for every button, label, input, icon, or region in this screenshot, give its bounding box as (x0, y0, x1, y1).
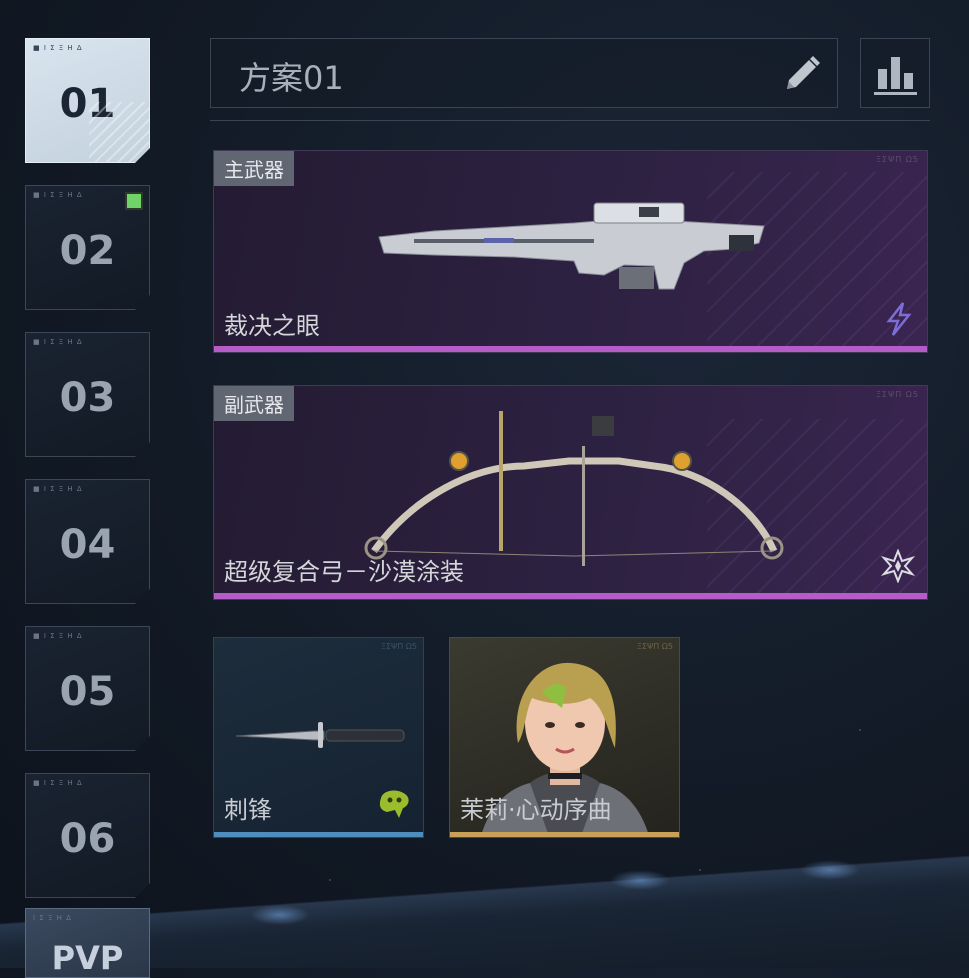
weapon-category-label: 主武器 (214, 151, 294, 186)
slot-tag: ■ I Σ Ξ H Δ (33, 632, 83, 640)
weapon-category-label: 副武器 (214, 386, 294, 421)
weapon-name: 超级复合弓－沙漠涂装 (224, 558, 464, 586)
slot-tag: ■ I Σ Ξ H Δ (33, 779, 83, 787)
slot-number: 05 (59, 669, 116, 715)
slot-tag: ■ I Σ Ξ H Δ (33, 191, 83, 199)
floor-light (250, 905, 310, 925)
secondary-weapon-card[interactable]: ΞΣΨΠ Ω5 副武器 超级复合弓－沙漠涂装 (213, 385, 928, 600)
new-indicator-icon (125, 192, 143, 210)
floor-light (800, 860, 860, 880)
card-code-decoration: ΞΣΨΠ Ω5 (875, 390, 919, 399)
loadout-slot-02[interactable]: ■ I Σ Ξ H Δ 02 (25, 185, 150, 310)
slot-hatch-decoration (89, 102, 149, 162)
star-burst-icon (881, 549, 915, 583)
card-code-decoration: ΞΣΨΠ Ω5 (380, 642, 417, 651)
slot-number: PVP (51, 939, 124, 977)
slot-number: 06 (59, 816, 116, 862)
floor-light (610, 870, 670, 890)
melee-name: 刺锋 (224, 796, 272, 824)
weapon-name: 裁决之眼 (224, 312, 320, 340)
melee-weapon-card[interactable]: ΞΣΨΠ Ω5 刺锋 (213, 637, 424, 838)
loadout-slot-05[interactable]: ■ I Σ Ξ H Δ 05 (25, 626, 150, 751)
bar-chart-icon (874, 57, 917, 95)
sniper-rifle-image (378, 202, 765, 290)
header-divider (210, 120, 930, 121)
slot-tag: I Σ Ξ H Δ (33, 914, 72, 922)
rarity-stripe (214, 832, 423, 837)
loadout-name: 方案01 (239, 59, 344, 97)
slot-tag: ■ I Σ Ξ H Δ (33, 485, 83, 493)
rarity-stripe (450, 832, 679, 837)
slot-tag: ■ I Σ Ξ H Δ (33, 44, 83, 52)
rarity-stripe (214, 593, 927, 599)
character-card[interactable]: ΞΣΨΠ Ω5 茉莉·心动序曲 (449, 637, 680, 838)
compound-bow-image (364, 411, 784, 566)
slot-number: 04 (59, 522, 116, 568)
lightning-icon (886, 302, 912, 336)
primary-weapon-card[interactable]: ΞΣΨΠ Ω5 主武器 裁决之眼 (213, 150, 928, 353)
card-code-decoration: ΞΣΨΠ Ω5 (875, 155, 919, 164)
slot-tag: ■ I Σ Ξ H Δ (33, 338, 83, 346)
green-splat-icon (379, 790, 409, 818)
loadout-slot-04[interactable]: ■ I Σ Ξ H Δ 04 (25, 479, 150, 604)
slot-number: 03 (59, 375, 116, 421)
stats-button[interactable] (860, 38, 930, 108)
loadout-name-field[interactable]: 方案01 (210, 38, 838, 108)
character-name: 茉莉·心动序曲 (460, 796, 612, 824)
slot-number: 02 (59, 228, 116, 274)
pencil-icon[interactable] (779, 51, 825, 97)
card-code-decoration: ΞΣΨΠ Ω5 (636, 642, 673, 651)
loadout-slot-06[interactable]: ■ I Σ Ξ H Δ 06 (25, 773, 150, 898)
rarity-stripe (214, 346, 927, 352)
loadout-slot-01[interactable]: ■ I Σ Ξ H Δ 01 (25, 38, 150, 163)
knife-image (235, 722, 405, 748)
loadout-slot-03[interactable]: ■ I Σ Ξ H Δ 03 (25, 332, 150, 457)
